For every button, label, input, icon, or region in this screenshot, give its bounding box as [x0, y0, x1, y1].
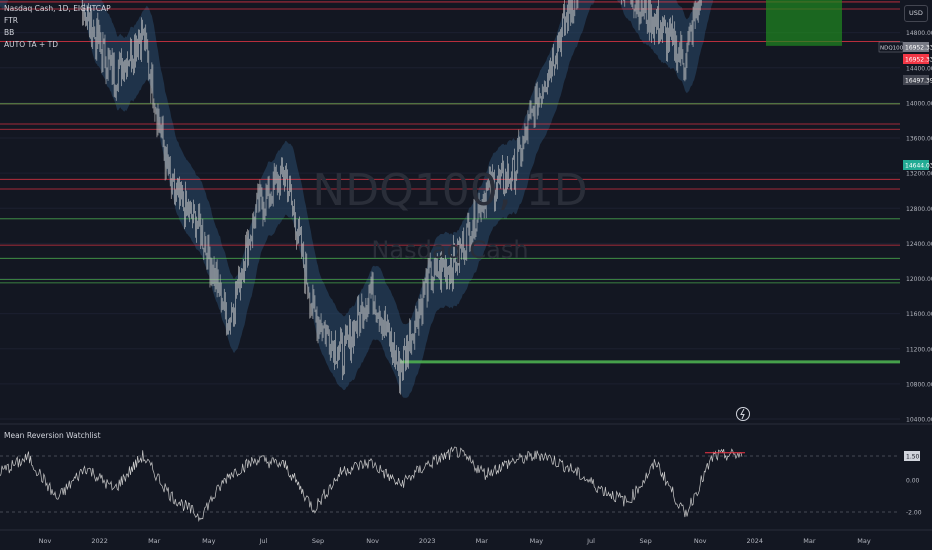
svg-text:1.50: 1.50 — [906, 454, 920, 461]
position-tool[interactable] — [766, 0, 842, 46]
svg-text:10400.00: 10400.00 — [906, 417, 932, 424]
svg-text:0.00: 0.00 — [906, 478, 920, 485]
watermark-name: Nasdaq Cash — [371, 236, 528, 264]
svg-text:NDQ100: NDQ100 — [880, 46, 904, 52]
oscillator-pane — [0, 446, 900, 522]
svg-text:12000.00: 12000.00 — [906, 276, 932, 283]
svg-text:May: May — [530, 537, 544, 545]
svg-text:Sep: Sep — [639, 537, 651, 545]
svg-text:Mar: Mar — [476, 537, 489, 545]
svg-text:13600.00: 13600.00 — [906, 136, 932, 143]
svg-text:Mar: Mar — [803, 537, 816, 545]
indicator-ftr[interactable]: FTR — [4, 15, 111, 27]
svg-text:14400.00: 14400.00 — [906, 65, 932, 72]
oscillator-title[interactable]: Mean Reversion Watchlist — [4, 431, 101, 440]
symbol-title[interactable]: Nasdaq Cash, 1D, EIGHTCAP — [4, 3, 111, 15]
svg-text:12400.00: 12400.00 — [906, 241, 932, 248]
svg-text:2024: 2024 — [747, 537, 764, 545]
svg-text:16952.33: 16952.33 — [905, 57, 932, 64]
currency-button[interactable]: USD — [904, 5, 928, 22]
svg-text:15200.00: 15200.00 — [906, 0, 932, 2]
time-axis[interactable]: Nov 2022 Mar May Jul Sep Nov 2023 Mar May Jul Sep No… — [0, 529, 932, 545]
chart-canvas[interactable]: NDQ100, 1D Nasdaq Cash 17200.0016800.001… — [0, 0, 932, 550]
svg-text:14000.00: 14000.00 — [906, 100, 932, 107]
svg-text:16497.39: 16497.39 — [905, 78, 932, 85]
target-zone — [766, 0, 842, 46]
svg-text:Sep: Sep — [312, 537, 324, 545]
legend[interactable]: Nasdaq Cash, 1D, EIGHTCAP FTR BB AUTO TA… — [4, 3, 111, 51]
svg-text:Nov: Nov — [366, 537, 379, 545]
oscillator-line — [0, 446, 743, 522]
svg-text:Jul: Jul — [586, 537, 595, 545]
svg-text:Nov: Nov — [39, 537, 52, 545]
svg-text:2023: 2023 — [419, 537, 436, 545]
svg-text:11200.00: 11200.00 — [906, 346, 932, 353]
svg-text:Mar: Mar — [148, 537, 161, 545]
svg-text:11600.00: 11600.00 — [906, 311, 932, 318]
indicator-bb[interactable]: BB — [4, 27, 111, 39]
svg-text:Jul: Jul — [258, 537, 267, 545]
svg-text:12800.00: 12800.00 — [906, 206, 932, 213]
svg-text:10800.00: 10800.00 — [906, 381, 932, 388]
svg-text:16952.33: 16952.33 — [905, 45, 932, 52]
svg-text:May: May — [857, 537, 871, 545]
svg-text:-2.00: -2.00 — [906, 510, 922, 517]
svg-text:14800.00: 14800.00 — [906, 30, 932, 37]
svg-text:May: May — [202, 537, 216, 545]
watermark-symbol: NDQ100, 1D — [312, 165, 587, 216]
svg-text:13200.00: 13200.00 — [906, 171, 932, 178]
svg-text:Nov: Nov — [694, 537, 707, 545]
indicator-auto-ta[interactable]: AUTO TA + TD — [4, 39, 111, 51]
svg-text:14644.03: 14644.03 — [905, 163, 932, 170]
svg-text:2022: 2022 — [91, 537, 108, 545]
